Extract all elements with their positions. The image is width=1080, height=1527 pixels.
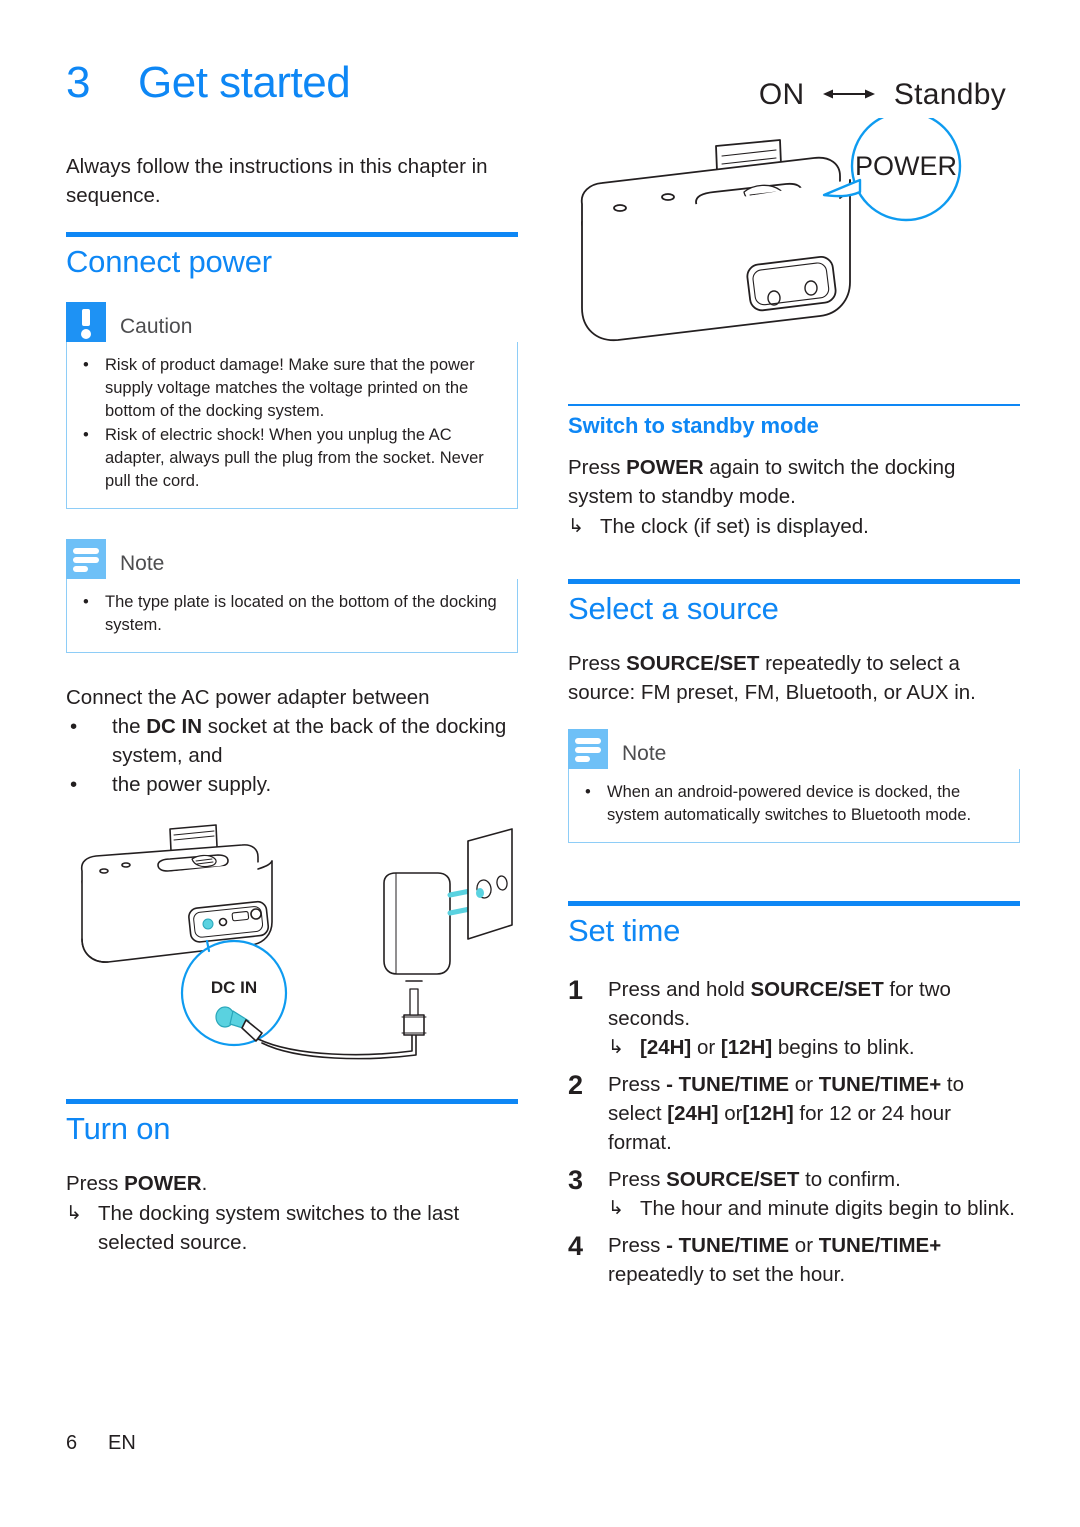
turn-on-instruction: Press POWER. [66,1172,208,1195]
page-number: 6 [66,1432,78,1454]
note-callout-header: Note [66,539,518,579]
note-callout-body: • The type plate is located on the botto… [66,579,518,653]
section-rule [66,232,518,237]
chapter-heading: 3 Get started [66,58,518,108]
chapter-intro: Always follow the instructions in this c… [66,155,488,207]
caution-callout-title: Caution [120,315,193,338]
figure-power-button: POWER [568,118,1020,370]
subsection-rule [568,404,1020,406]
list-item: • When an android-powered device is dock… [585,781,1003,827]
result-arrow-icon: ↳ [66,1203,82,1224]
note-callout-body: • When an android-powered device is dock… [568,769,1020,843]
section-heading-set-time: Set time [568,913,681,948]
figure-connect-power: DC IN [66,821,518,1071]
caution-callout-header: Caution [66,302,518,342]
select-source-instruction: Press SOURCE/SET repeatedly to select a … [568,652,976,704]
manual-page: 3 Get started Always follow the instruct… [0,0,1080,1527]
bullet-icon: • [585,783,591,801]
step-item: 1 Press and hold SOURCE/SET for two seco… [568,975,1020,1062]
section-rule [568,579,1020,584]
note-callout-bluetooth: Note • When an android-powered device is… [568,729,1020,843]
step-number: 1 [568,975,584,1005]
language-code: EN [108,1432,136,1454]
bullet-icon: • [83,426,89,444]
section-heading-select-source: Select a source [568,591,779,626]
on-standby-label: ON Standby [758,76,1006,111]
bullet-icon: • [70,715,78,738]
list-item: • Risk of product damage! Make sure that… [83,354,501,423]
step-result: ↳ The hour and minute digits begin to bl… [608,1194,1020,1223]
section-heading-turn-on: Turn on [66,1111,171,1146]
turn-on-result: ↳ The docking system switches to the las… [66,1199,518,1257]
left-column: 3 Get started Always follow the instruct… [66,58,518,1257]
double-arrow-icon [821,76,877,110]
note-callout-type-plate: Note • The type plate is located on the … [66,539,518,653]
result-arrow-icon: ↳ [608,1037,624,1058]
chapter-title-text: Get started [138,58,351,107]
list-item: • Risk of electric shock! When you unplu… [83,424,501,493]
subsection-heading-switch-standby: Switch to standby mode [568,413,819,438]
bullet-icon: • [83,593,89,611]
note-callout-title: Note [622,742,667,765]
section-heading-connect-power: Connect power [66,244,272,279]
right-column: ON Standby POWER Switch to standby mode … [568,58,1020,1297]
step-item: 4 Press - TUNE/TIME or TUNE/TIME+ repeat… [568,1231,1020,1289]
caution-exclamation-icon [66,302,106,342]
result-arrow-icon: ↳ [568,516,584,537]
connect-adapter-lead: Connect the AC power adapter between [66,686,430,709]
step-number: 3 [568,1165,584,1195]
result-arrow-icon: ↳ [608,1198,624,1219]
list-item: • The type plate is located on the botto… [83,591,501,637]
caution-callout-body: • Risk of product damage! Make sure that… [66,342,518,509]
step-result: ↳ [24H] or [12H] begins to blink. [608,1033,1020,1062]
step-number: 4 [568,1231,584,1261]
switch-standby-result: ↳ The clock (if set) is displayed. [568,512,1020,541]
step-item: 3 Press SOURCE/SET to confirm. ↳ The hou… [568,1165,1020,1223]
list-item: • the power supply. [66,770,518,799]
page-footer: 6 EN [66,1432,136,1455]
connect-adapter-bullets: • the DC IN socket at the back of the do… [66,712,518,799]
note-callout-header: Note [568,729,1020,769]
note-lines-icon [66,539,106,579]
switch-standby-instruction: Press POWER again to switch the docking … [568,456,956,508]
chapter-number: 3 [66,58,90,107]
list-item: • the DC IN socket at the back of the do… [66,712,518,770]
section-rule [568,901,1020,906]
bullet-icon: • [83,356,89,374]
bullet-icon: • [70,773,78,796]
step-item: 2 Press - TUNE/TIME or TUNE/TIME+ to sel… [568,1070,1020,1157]
note-lines-icon [568,729,608,769]
section-rule [66,1099,518,1104]
set-time-steps: 1 Press and hold SOURCE/SET for two seco… [568,975,1020,1289]
note-callout-title: Note [120,552,165,575]
figure-power-label: POWER [855,151,957,181]
step-number: 2 [568,1070,584,1100]
caution-callout: Caution • Risk of product damage! Make s… [66,302,518,509]
figure-dc-in-label: DC IN [211,978,257,997]
